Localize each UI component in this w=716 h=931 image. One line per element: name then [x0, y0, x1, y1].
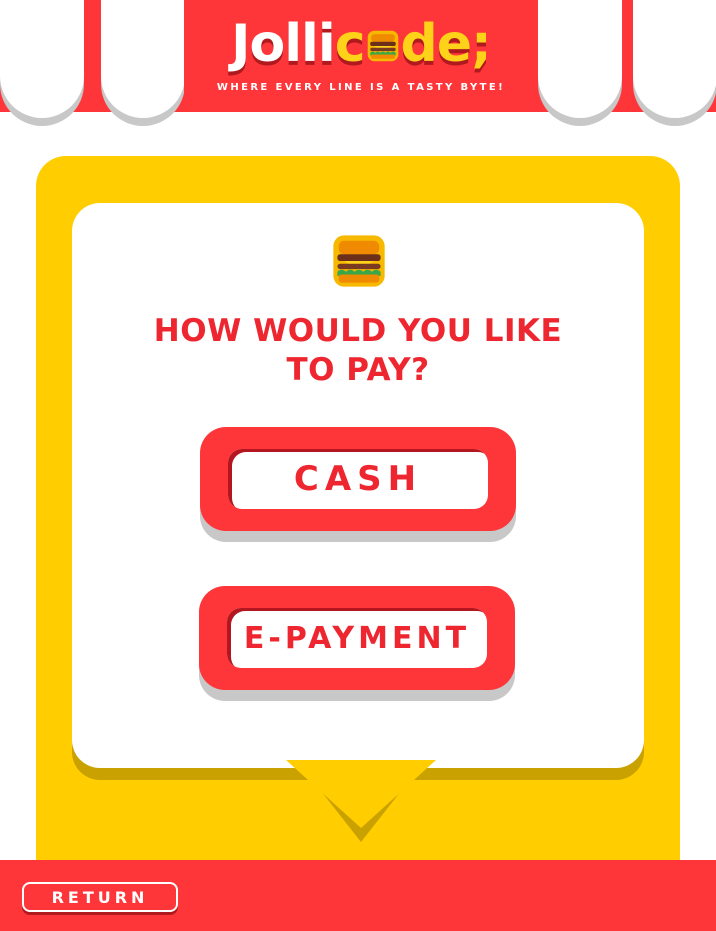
- awning-scallop: [101, 0, 185, 118]
- header-awning: Jollic de; WHERE EVERY LINE IS A TASTY B…: [0, 0, 716, 130]
- tagline: WHERE EVERY LINE IS A TASTY BYTE!: [216, 82, 506, 93]
- logo-prefix: Jolli: [231, 14, 336, 74]
- payment-question: HOW WOULD YOU LIKE TO PAY?: [100, 312, 616, 390]
- logo: Jollic de; WHERE EVERY LINE IS A TASTY B…: [184, 0, 538, 112]
- awning-scallop: [633, 0, 716, 118]
- payment-question-line1: HOW WOULD YOU LIKE: [153, 313, 563, 349]
- logo-wordmark: Jollic de;: [184, 14, 538, 74]
- burger-icon: [333, 235, 385, 287]
- awning-scallop: [538, 0, 622, 118]
- return-button[interactable]: RETURN: [22, 882, 178, 912]
- cash-button[interactable]: CASH: [200, 427, 516, 531]
- epayment-button[interactable]: E-PAYMENT: [199, 586, 515, 690]
- logo-c: c: [334, 14, 366, 74]
- epayment-button-label: E-PAYMENT: [227, 608, 487, 668]
- awning-scallop: [0, 0, 84, 118]
- cash-button-label: CASH: [228, 449, 488, 509]
- payment-question-line2: TO PAY?: [286, 352, 430, 388]
- logo-suffix: de;: [400, 14, 492, 74]
- burger-icon: [367, 30, 398, 62]
- footer-bar: RETURN: [0, 860, 716, 931]
